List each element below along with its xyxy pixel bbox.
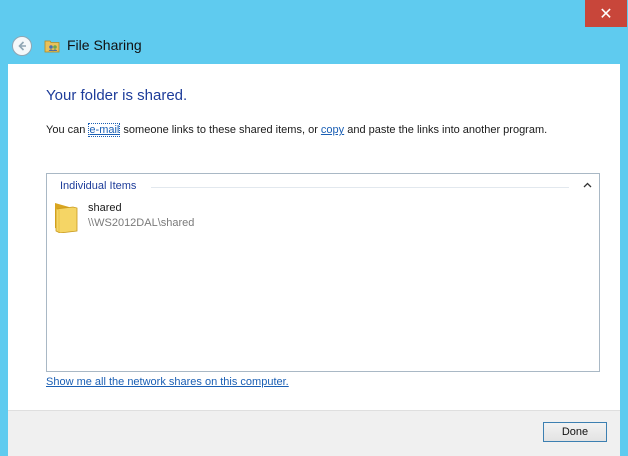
close-button[interactable]: ✕: [585, 0, 627, 27]
done-button[interactable]: Done: [543, 422, 607, 442]
email-link[interactable]: e-mail: [88, 123, 121, 137]
back-button[interactable]: [12, 36, 32, 56]
group-header-individual-items: Individual Items: [60, 180, 143, 192]
content-panel: Your folder is shared. You can e-mail so…: [8, 64, 620, 410]
shared-items-list[interactable]: Individual Items shared \\WS2012DAL\shar…: [46, 173, 600, 372]
dialog-title: File Sharing: [67, 37, 142, 53]
back-arrow-icon: [18, 41, 26, 51]
chevron-up-icon: [583, 182, 591, 188]
collapse-group-button[interactable]: [581, 179, 593, 191]
description-middle: someone links to these shared items, or: [120, 124, 321, 136]
close-icon: ✕: [599, 4, 613, 23]
copy-link[interactable]: copy: [321, 124, 344, 136]
group-divider: [151, 187, 569, 188]
file-sharing-icon: [44, 40, 60, 53]
folder-icon: [55, 203, 78, 233]
navigation-bar: File Sharing: [0, 30, 628, 64]
description-prefix: You can: [46, 124, 89, 136]
description-text: You can e-mail someone links to these sh…: [46, 123, 548, 137]
item-name: shared: [88, 202, 122, 214]
page-heading: Your folder is shared.: [46, 87, 188, 104]
list-item[interactable]: shared \\WS2012DAL\shared: [53, 199, 253, 237]
item-path: \\WS2012DAL\shared: [88, 217, 195, 229]
dialog-footer: Done: [8, 410, 620, 456]
description-suffix: and paste the links into another program…: [344, 124, 548, 136]
network-shares-link[interactable]: Show me all the network shares on this c…: [46, 376, 289, 388]
